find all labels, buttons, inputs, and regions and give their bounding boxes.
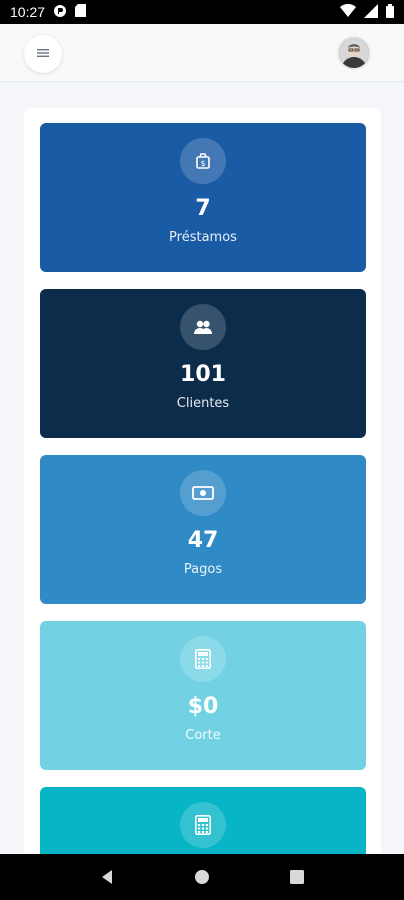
status-right — [340, 3, 394, 21]
payments-label: Pagos — [183, 562, 223, 577]
menu-button[interactable] — [24, 35, 62, 73]
notification-icon — [53, 4, 67, 21]
loans-value: 7 — [195, 196, 211, 221]
clients-label: Clientes — [176, 396, 230, 411]
cut-label: Corte — [185, 728, 221, 743]
home-icon — [194, 870, 209, 884]
dashboard-panel: $ 7 Préstamos 101 Clientes 47 Pagos $0 C… — [24, 108, 381, 900]
loans-label: Préstamos — [169, 230, 237, 245]
user-avatar[interactable] — [337, 36, 371, 70]
recents-icon — [289, 870, 304, 884]
menu-icon — [37, 47, 49, 61]
svg-text:$: $ — [200, 159, 205, 168]
money-icon — [180, 470, 226, 516]
back-button[interactable] — [87, 857, 127, 897]
clients-card[interactable]: 101 Clientes — [40, 289, 366, 438]
battery-icon — [386, 3, 394, 21]
calculator-icon — [180, 636, 226, 682]
calculator-icon — [180, 802, 226, 848]
payments-value: 47 — [187, 528, 219, 553]
cut-card[interactable]: $0 Corte — [40, 621, 366, 770]
users-icon — [180, 304, 226, 350]
clients-value: 101 — [180, 362, 226, 387]
recents-button[interactable] — [277, 857, 317, 897]
cut-value: $0 — [187, 694, 219, 719]
status-left: 10:27 — [10, 4, 87, 21]
back-icon — [102, 870, 113, 884]
loan-icon: $ — [180, 138, 226, 184]
signal-icon — [364, 3, 378, 21]
status-time: 10:27 — [10, 4, 46, 20]
system-nav-bar — [0, 854, 404, 900]
payments-card[interactable]: 47 Pagos — [40, 455, 366, 604]
sd-card-icon — [75, 4, 87, 20]
app-header — [0, 24, 404, 82]
loans-card[interactable]: $ 7 Préstamos — [40, 123, 366, 272]
home-button[interactable] — [182, 857, 222, 897]
wifi-icon — [340, 3, 356, 20]
